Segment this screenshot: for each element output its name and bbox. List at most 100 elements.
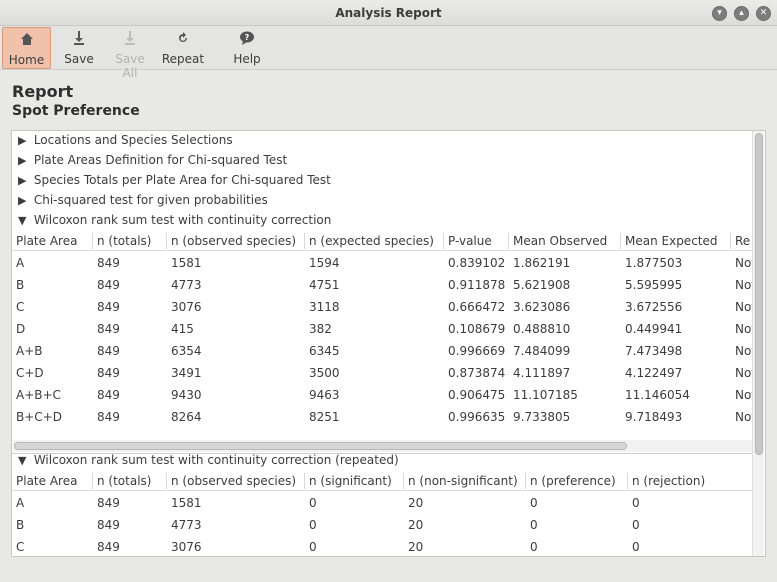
table-cell: 20 (408, 496, 424, 510)
column-header[interactable]: n (totals) (97, 234, 151, 248)
table-row[interactable]: A+B 849 6354 6345 0.996669 7.484099 7.473498 No… (12, 340, 753, 362)
column-header[interactable]: n (non-significant) (408, 474, 518, 488)
table-cell: 5.621908 (513, 278, 571, 292)
maximize-button[interactable]: ▴ (734, 6, 749, 21)
column-header[interactable]: n (totals) (97, 474, 151, 488)
scrollbar-thumb[interactable] (14, 442, 627, 450)
horizontal-scrollbar[interactable] (13, 440, 753, 452)
help-button[interactable]: ? Help (227, 27, 267, 69)
table-row[interactable]: C 849 3076 0 20 0 0 (12, 536, 753, 556)
expander-label: Wilcoxon rank sum test with continuity c… (33, 453, 399, 467)
table-cell: 0.839102 (448, 256, 506, 270)
table-cell: Not (735, 256, 753, 270)
table-cell: Not (735, 300, 753, 314)
table-cell: C (16, 540, 25, 554)
table-row[interactable]: A 849 1581 0 20 0 0 (12, 492, 753, 514)
table-cell: 849 (97, 518, 120, 532)
expander-species-totals[interactable]: ▶ Species Totals per Plate Area for Chi-… (18, 173, 331, 191)
close-button[interactable]: ✕ (756, 6, 771, 21)
table-row[interactable]: A+B+C 849 9430 9463 0.906475 11.107185 11.1460… (12, 384, 753, 406)
column-header[interactable]: n (observed species) (171, 474, 296, 488)
help-icon: ? (227, 30, 267, 50)
table-cell: 3076 (171, 540, 202, 554)
minimize-button[interactable]: ▾ (712, 6, 727, 21)
column-header[interactable]: P-value (448, 234, 492, 248)
table-cell: Not (735, 278, 753, 292)
table-row[interactable]: C+D 849 3491 3500 0.873874 4.111897 4.122497 No… (12, 362, 753, 384)
home-label: Home (8, 53, 45, 67)
table-cell: 4773 (171, 278, 202, 292)
save-all-button[interactable]: Save All (106, 27, 154, 80)
expander-wilcoxon-repeated[interactable]: ▼ Wilcoxon rank sum test with continuity… (18, 453, 399, 471)
table-cell: 3.623086 (513, 300, 571, 314)
column-header[interactable]: Mean Expected (625, 234, 718, 248)
table-cell: 6354 (171, 344, 202, 358)
table-cell: B+C+D (16, 410, 62, 424)
save-all-label: Save All (115, 52, 145, 80)
table-cell: 415 (171, 322, 194, 336)
table-row[interactable]: D 849 415 382 0.108679 0.488810 0.449941 Not (12, 318, 753, 340)
window-title: Analysis Report (335, 6, 442, 20)
table-row[interactable]: B 849 4773 0 20 0 0 (12, 514, 753, 536)
triangle-right-icon: ▶ (18, 134, 27, 147)
table-cell: 0.996669 (448, 344, 506, 358)
table-cell: 849 (97, 256, 120, 270)
table-cell: 0.488810 (513, 322, 571, 336)
column-header[interactable]: n (preference) (530, 474, 616, 488)
table-cell: 0.911878 (448, 278, 506, 292)
table-cell: 0 (530, 518, 538, 532)
table-cell: 0 (632, 496, 640, 510)
scrollbar-thumb[interactable] (755, 133, 763, 455)
table-cell: 849 (97, 496, 120, 510)
table-cell: Not (735, 366, 753, 380)
expander-locations[interactable]: ▶ Locations and Species Selections (18, 133, 233, 151)
vertical-scrollbar[interactable] (752, 131, 764, 556)
table-cell: 8251 (309, 410, 340, 424)
column-header[interactable]: n (significant) (309, 474, 392, 488)
table-cell: 849 (97, 322, 120, 336)
table-cell: C (16, 300, 25, 314)
column-header[interactable]: Re (735, 234, 753, 248)
expander-chi-squared[interactable]: ▶ Chi-squared test for given probabiliti… (18, 193, 268, 211)
expander-plate-areas[interactable]: ▶ Plate Areas Definition for Chi-squared… (18, 153, 287, 171)
maximize-icon: ▴ (739, 8, 744, 18)
table-cell: 0 (309, 540, 317, 554)
save-button[interactable]: Save (58, 27, 100, 69)
column-header[interactable]: n (rejection) (632, 474, 705, 488)
column-header[interactable]: Plate Area (16, 474, 77, 488)
column-header[interactable]: n (observed species) (171, 234, 296, 248)
table-cell: 0.906475 (448, 388, 506, 402)
table-cell: 1581 (171, 256, 202, 270)
save-icon (58, 30, 100, 50)
report-panel: ▶ Locations and Species Selections ▶ Pla… (11, 130, 766, 557)
table-cell: 7.484099 (513, 344, 571, 358)
table-cell: 0.449941 (625, 322, 683, 336)
triangle-right-icon: ▶ (18, 194, 27, 207)
expander-wilcoxon[interactable]: ▼ Wilcoxon rank sum test with continuity… (18, 213, 331, 231)
table-cell: 8264 (171, 410, 202, 424)
table-cell: 1.877503 (625, 256, 683, 270)
column-header[interactable]: n (expected species) (309, 234, 434, 248)
table-cell: B (16, 518, 25, 532)
table-cell: 1.862191 (513, 256, 571, 270)
title-bar: Analysis Report ▾ ▴ ✕ (0, 0, 777, 26)
triangle-right-icon: ▶ (18, 174, 27, 187)
column-header[interactable]: Plate Area (16, 234, 77, 248)
triangle-down-icon: ▼ (18, 454, 27, 467)
home-button[interactable]: Home (2, 27, 51, 69)
expander-label: Species Totals per Plate Area for Chi-sq… (33, 173, 331, 187)
table-cell: 4751 (309, 278, 340, 292)
expander-label: Plate Areas Definition for Chi-squared T… (33, 153, 288, 167)
table-cell: Not (735, 410, 753, 424)
column-header[interactable]: Mean Observed (513, 234, 607, 248)
table-row[interactable]: A 849 1581 1594 0.839102 1.862191 1.877503 Not (12, 252, 753, 274)
toolbar: Home Save Save All Repeat ? Help (0, 26, 777, 80)
repeat-button[interactable]: Repeat (160, 27, 206, 69)
table-row[interactable]: C 849 3076 3118 0.666472 3.623086 3.672556 Not (12, 296, 753, 318)
table-row[interactable]: B 849 4773 4751 0.911878 5.621908 5.595995 Not (12, 274, 753, 296)
table-cell: 849 (97, 540, 120, 554)
table-cell: 4.122497 (625, 366, 683, 380)
table-cell: 5.595995 (625, 278, 683, 292)
table-cell: 0.108679 (448, 322, 506, 336)
table-row[interactable]: B+C+D 849 8264 8251 0.996635 9.733805 9.718493… (12, 406, 753, 428)
